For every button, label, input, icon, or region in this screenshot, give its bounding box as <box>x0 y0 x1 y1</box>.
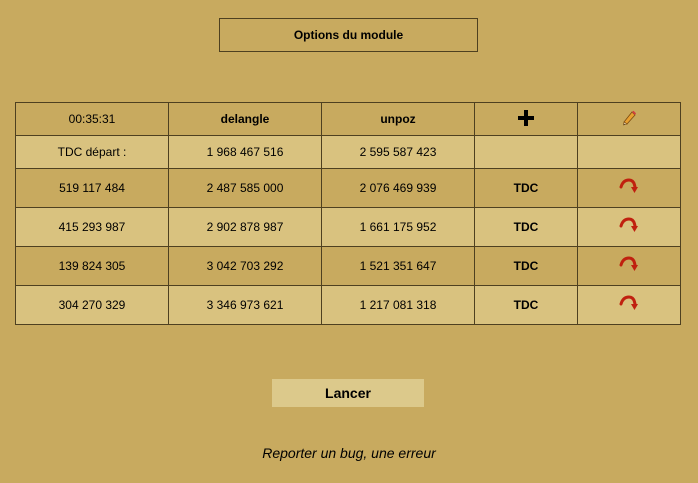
column-header-unpoz: unpoz <box>321 102 475 136</box>
report-bug-link[interactable]: Reporter un bug, une erreur <box>0 445 698 461</box>
row-value-unpoz: 1 217 081 318 <box>321 285 475 325</box>
table-row: 139 824 305 3 042 703 292 1 521 351 647 … <box>15 246 681 286</box>
row-value-unpoz: 2 076 469 939 <box>321 168 475 208</box>
tdc-link[interactable]: TDC <box>474 168 578 208</box>
curved-arrow-icon[interactable] <box>619 255 639 277</box>
curved-arrow-icon[interactable] <box>619 216 639 238</box>
curved-arrow-icon[interactable] <box>619 294 639 316</box>
row-value-0: 304 270 329 <box>15 285 169 325</box>
arrow-cell <box>577 207 681 247</box>
table-header-row: 00:35:31 delangle unpoz <box>15 102 681 136</box>
plus-icon[interactable] <box>517 109 535 130</box>
row-value-delangle: 3 042 703 292 <box>168 246 322 286</box>
table-row: 415 293 987 2 902 878 987 1 661 175 952 … <box>15 207 681 247</box>
pencil-icon[interactable] <box>621 110 637 129</box>
row-value-unpoz: 1 521 351 647 <box>321 246 475 286</box>
empty-cell <box>577 135 681 169</box>
row-value-delangle: 2 487 585 000 <box>168 168 322 208</box>
edit-column-cell <box>577 102 681 136</box>
empty-cell <box>474 135 578 169</box>
start-value-unpoz: 2 595 587 423 <box>321 135 475 169</box>
row-value-0: 415 293 987 <box>15 207 169 247</box>
row-value-0: 139 824 305 <box>15 246 169 286</box>
table-row: 519 117 484 2 487 585 000 2 076 469 939 … <box>15 168 681 208</box>
time-cell: 00:35:31 <box>15 102 169 136</box>
tdc-link[interactable]: TDC <box>474 246 578 286</box>
start-value-delangle: 1 968 467 516 <box>168 135 322 169</box>
tdc-link[interactable]: TDC <box>474 207 578 247</box>
arrow-cell <box>577 246 681 286</box>
launch-button[interactable]: Lancer <box>272 379 424 407</box>
row-value-unpoz: 1 661 175 952 <box>321 207 475 247</box>
curved-arrow-icon[interactable] <box>619 177 639 199</box>
start-row: TDC départ : 1 968 467 516 2 595 587 423 <box>15 135 681 169</box>
options-button[interactable]: Options du module <box>219 18 478 52</box>
add-column-cell <box>474 102 578 136</box>
row-value-delangle: 3 346 973 621 <box>168 285 322 325</box>
arrow-cell <box>577 168 681 208</box>
arrow-cell <box>577 285 681 325</box>
row-value-delangle: 2 902 878 987 <box>168 207 322 247</box>
start-label: TDC départ : <box>15 135 169 169</box>
tdc-table: 00:35:31 delangle unpoz TDC départ: 1 9… <box>15 102 681 325</box>
row-value-0: 519 117 484 <box>15 168 169 208</box>
tdc-link[interactable]: TDC <box>474 285 578 325</box>
column-header-delangle: delangle <box>168 102 322 136</box>
table-row: 304 270 329 3 346 973 621 1 217 081 318 … <box>15 285 681 325</box>
